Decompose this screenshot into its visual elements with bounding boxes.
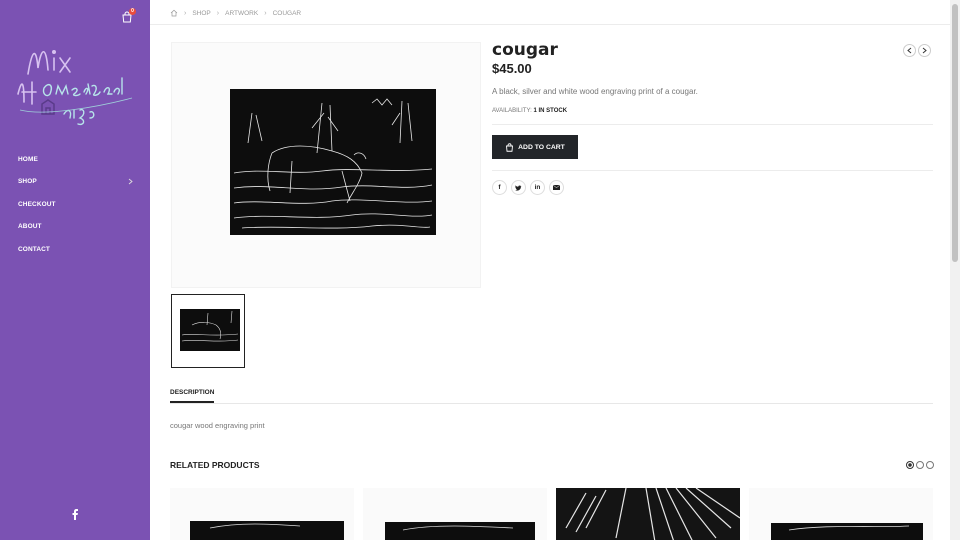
nav-item-contact[interactable]: CONTACT — [0, 238, 150, 261]
share-facebook-button[interactable]: f — [492, 180, 507, 195]
nav-item-checkout[interactable]: CHECKOUT — [0, 193, 150, 216]
chevron-right-icon — [922, 47, 927, 54]
breadcrumb-artwork[interactable]: ARTWORK — [225, 10, 258, 17]
breadcrumb: › SHOP › ARTWORK › COUGAR — [170, 8, 301, 18]
related-products-title: RELATED PRODUCTS — [170, 460, 260, 470]
share-twitter-button[interactable] — [511, 180, 526, 195]
product-main-image[interactable] — [171, 42, 481, 288]
breadcrumb-separator: › — [184, 9, 187, 17]
home-icon[interactable] — [170, 9, 178, 17]
availability: AVAILABILITY: 1 IN STOCK — [492, 108, 567, 114]
chevron-left-icon — [907, 47, 912, 54]
twitter-icon — [515, 184, 522, 191]
related-product-card[interactable] — [170, 488, 354, 540]
related-product-card[interactable] — [749, 488, 933, 540]
email-icon — [553, 185, 560, 190]
related-product-card[interactable] — [363, 488, 547, 540]
description-content: cougar wood engraving print — [170, 421, 265, 430]
related-product-image — [170, 488, 354, 540]
nav-item-home[interactable]: HOME — [0, 148, 150, 171]
nav-item-shop[interactable]: SHOP — [0, 171, 150, 194]
facebook-icon: f — [498, 184, 501, 191]
availability-value: 1 IN STOCK — [533, 108, 568, 114]
product-thumbnail[interactable] — [171, 294, 245, 368]
linkedin-icon: in — [534, 184, 541, 191]
facebook-icon[interactable] — [70, 508, 80, 520]
carousel-dot[interactable] — [926, 461, 934, 469]
availability-label: AVAILABILITY: — [492, 108, 532, 114]
prev-product-button[interactable] — [903, 44, 916, 57]
share-email-button[interactable] — [549, 180, 564, 195]
site-logo[interactable] — [14, 38, 138, 134]
shopping-bag-icon — [506, 142, 514, 152]
carousel-pagination — [906, 461, 934, 469]
related-product-card[interactable] — [556, 488, 740, 540]
breadcrumb-current: COUGAR — [272, 9, 302, 17]
tab-divider — [170, 403, 933, 404]
tab-description[interactable]: DESCRIPTION — [170, 389, 215, 403]
scrollbar-thumb[interactable] — [952, 4, 958, 262]
header-divider — [150, 24, 950, 25]
cart-count-badge: 0 — [129, 8, 136, 15]
breadcrumb-shop[interactable]: SHOP — [192, 10, 210, 17]
page-scrollbar[interactable] — [950, 0, 960, 540]
divider — [492, 124, 933, 125]
product-title: cougar — [492, 40, 558, 60]
breadcrumb-separator: › — [264, 9, 267, 17]
next-product-button[interactable] — [918, 44, 931, 57]
cart-button[interactable]: 0 — [121, 8, 136, 23]
breadcrumb-separator: › — [216, 9, 220, 17]
carousel-dot[interactable] — [916, 461, 924, 469]
product-short-description: A black, silver and white wood engraving… — [492, 87, 698, 96]
product-price: $45.00 — [492, 61, 532, 76]
add-to-cart-button[interactable]: ADD TO CART — [492, 135, 578, 159]
divider — [492, 170, 933, 171]
add-to-cart-label: ADD TO CART — [518, 143, 565, 151]
related-product-image — [363, 488, 547, 540]
related-product-image — [749, 488, 933, 540]
related-product-image — [556, 488, 740, 540]
nav-item-about[interactable]: ABOUT — [0, 216, 150, 239]
chevron-right-icon — [128, 178, 133, 184]
share-links: f in — [492, 180, 564, 195]
sidebar: 0 HOME SHOP CHECKOUT ABOUT CONTACT — [0, 0, 150, 540]
carousel-dot[interactable] — [906, 461, 914, 469]
share-linkedin-button[interactable]: in — [530, 180, 545, 195]
main-nav: HOME SHOP CHECKOUT ABOUT CONTACT — [0, 148, 150, 261]
